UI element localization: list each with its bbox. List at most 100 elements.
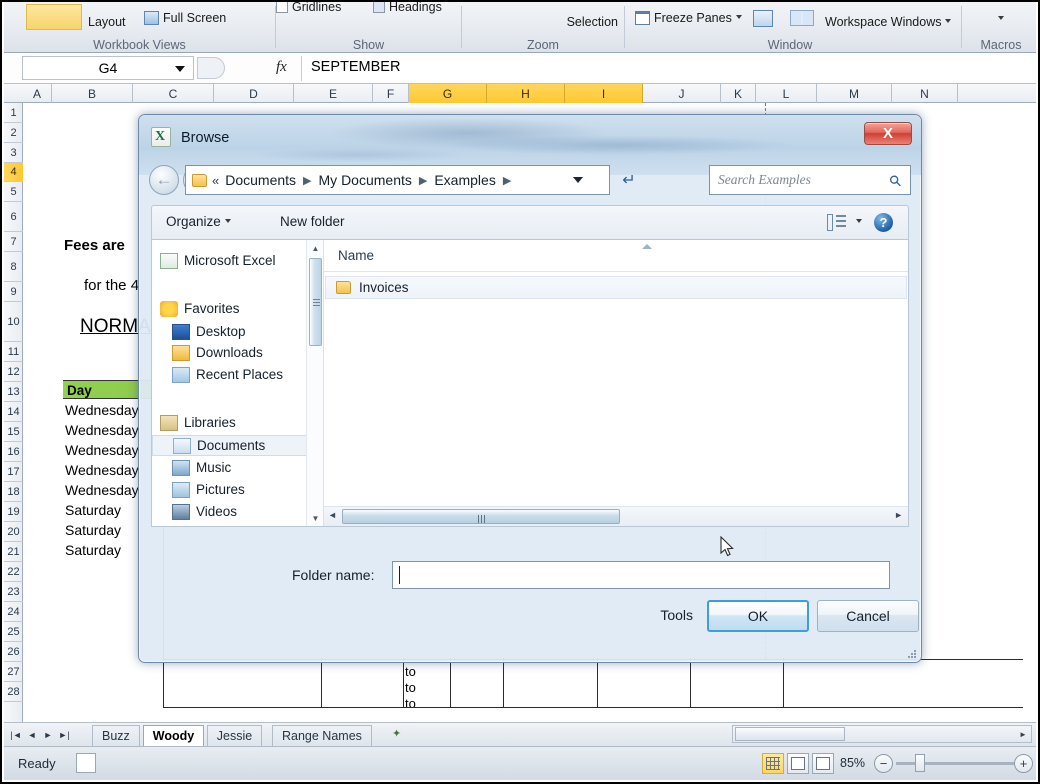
row-header-7[interactable]: 7 <box>4 232 23 252</box>
macro-record-icon[interactable] <box>76 753 96 773</box>
row-header-21[interactable]: 21 <box>4 542 23 562</box>
folder-name-input[interactable] <box>392 561 890 589</box>
search-box[interactable]: Search Examples ⚲ <box>709 165 911 195</box>
row-header-11[interactable]: 11 <box>4 342 23 362</box>
new-folder-button[interactable]: New folder <box>280 214 345 229</box>
page-layout-view-button[interactable] <box>787 753 809 774</box>
zoom-to-selection-button[interactable]: Selection <box>567 15 618 29</box>
column-header-n[interactable]: N <box>892 84 958 103</box>
first-sheet-button[interactable]: |◄ <box>8 726 24 743</box>
freeze-panes-button[interactable]: Freeze Panes <box>635 11 742 25</box>
nav-scroll-down-arrow[interactable]: ▼ <box>307 510 323 526</box>
tools-button[interactable]: Tools <box>660 607 693 623</box>
chevron-down-icon[interactable] <box>175 66 185 72</box>
cell-to-1[interactable]: to <box>405 680 416 695</box>
row-header-1[interactable]: 1 <box>4 103 23 123</box>
search-input[interactable]: Search Examples <box>718 172 811 188</box>
resize-grip-icon[interactable] <box>906 648 916 658</box>
insert-worksheet-button[interactable]: ✦ <box>392 727 410 745</box>
column-header-i[interactable]: I <box>565 84 643 103</box>
row-header-3[interactable]: 3 <box>4 143 23 163</box>
name-box[interactable]: G4 <box>22 56 194 80</box>
formula-bar-expand-button[interactable] <box>197 57 225 79</box>
next-sheet-button[interactable]: ► <box>40 726 56 743</box>
row-header-19[interactable]: 19 <box>4 502 23 522</box>
cancel-button[interactable]: Cancel <box>817 600 919 632</box>
file-list-row-invoices[interactable]: Invoices <box>325 276 907 299</box>
workspace-windows-button[interactable]: Workspace Windows <box>825 15 952 29</box>
column-header-k[interactable]: K <box>721 84 756 103</box>
cell-day-1[interactable]: Wednesday <box>65 422 139 438</box>
row-header-6[interactable]: 6 <box>4 202 23 232</box>
column-header-m[interactable]: M <box>817 84 892 103</box>
row-header-4[interactable]: 4 <box>4 163 23 182</box>
row-header-23[interactable]: 23 <box>4 582 23 602</box>
hscroll-right-arrow[interactable]: ► <box>894 510 903 520</box>
ok-button[interactable]: OK <box>707 600 809 632</box>
macros-button[interactable] <box>994 12 1004 26</box>
insert-function-icon[interactable]: fx <box>276 59 287 76</box>
nav-item-desktop[interactable]: Desktop <box>152 321 323 342</box>
layout-label[interactable]: Layout <box>88 15 126 29</box>
nav-item-pictures[interactable]: Pictures <box>152 479 323 500</box>
breadcrumb-separator-icon[interactable]: ▶ <box>414 174 432 187</box>
nav-pane-scrollbar[interactable]: ▲ ▼ <box>306 240 323 526</box>
column-header-g[interactable]: G <box>409 84 487 103</box>
zoom-slider-handle[interactable] <box>915 754 925 772</box>
view-dropdown-icon[interactable] <box>856 219 862 223</box>
refresh-icon[interactable]: ↵ <box>616 166 642 194</box>
nav-item-libraries[interactable]: Libraries <box>152 412 323 433</box>
sheet-nav-buttons[interactable]: |◄ ◄ ► ►| <box>8 726 72 743</box>
row-header-12[interactable]: 12 <box>4 362 23 382</box>
nav-item-documents[interactable]: Documents <box>152 435 323 456</box>
scroll-right-arrow[interactable]: ► <box>1016 727 1030 741</box>
sheet-tab-woody[interactable]: Woody <box>142 725 205 747</box>
nav-item-microsoft-excel[interactable]: Microsoft Excel <box>152 250 323 271</box>
column-header-name[interactable]: Name <box>338 248 374 263</box>
row-header-22[interactable]: 22 <box>4 562 23 582</box>
hscrollbar-thumb[interactable] <box>342 509 620 524</box>
row-header-5[interactable]: 5 <box>4 182 23 202</box>
nav-item-recent-places[interactable]: Recent Places <box>152 364 323 385</box>
nav-scrollbar-thumb[interactable] <box>309 258 322 346</box>
column-header-f[interactable]: F <box>373 84 409 103</box>
cell-day-2[interactable]: Wednesday <box>65 442 139 458</box>
zoom-out-button[interactable]: − <box>874 754 893 773</box>
gridlines-checkbox[interactable]: Gridlines <box>276 2 341 14</box>
address-dropdown-icon[interactable] <box>573 177 583 183</box>
change-view-icon[interactable] <box>827 214 846 231</box>
horizontal-scrollbar[interactable]: ► <box>732 725 1032 743</box>
row-header-24[interactable]: 24 <box>4 602 23 622</box>
close-button[interactable]: X <box>864 122 912 145</box>
page-layout-button[interactable] <box>26 4 82 30</box>
row-header-14[interactable]: 14 <box>4 402 23 422</box>
scrollbar-thumb[interactable] <box>735 727 845 741</box>
cell-to-0[interactable]: to <box>405 664 416 679</box>
row-header-25[interactable]: 25 <box>4 622 23 642</box>
cell-day-4[interactable]: Wednesday <box>65 482 139 498</box>
back-button[interactable]: ← <box>149 165 179 195</box>
column-header-a[interactable]: A <box>23 84 52 103</box>
last-sheet-button[interactable]: ►| <box>56 726 72 743</box>
hscroll-left-arrow[interactable]: ◄ <box>328 510 337 520</box>
file-list-horizontal-scrollbar[interactable]: ◄ ► <box>324 506 908 526</box>
breadcrumb-item-examples[interactable]: Examples <box>432 172 497 188</box>
cell-to-2[interactable]: to <box>405 696 416 711</box>
row-header-9[interactable]: 9 <box>4 282 23 302</box>
column-header-e[interactable]: E <box>294 84 373 103</box>
file-list-column-header[interactable]: Name <box>324 240 908 272</box>
cell-day-7[interactable]: Saturday <box>65 542 121 558</box>
zoom-level-text[interactable]: 85% <box>840 756 865 770</box>
zoom-slider-track[interactable] <box>896 762 1014 765</box>
column-header-h[interactable]: H <box>487 84 565 103</box>
zoom-in-button[interactable]: + <box>1014 754 1033 773</box>
full-screen-button[interactable]: Full Screen <box>144 11 226 25</box>
row-header-18[interactable]: 18 <box>4 482 23 502</box>
row-header-10[interactable]: 10 <box>4 302 23 342</box>
row-header-27[interactable]: 27 <box>4 662 23 682</box>
row-header-26[interactable]: 26 <box>4 642 23 662</box>
breadcrumb-separator-icon[interactable]: ▶ <box>498 174 516 187</box>
nav-item-downloads[interactable]: Downloads <box>152 342 323 363</box>
sheet-tab-buzz[interactable]: Buzz <box>92 725 140 747</box>
nav-scroll-up-arrow[interactable]: ▲ <box>307 240 323 256</box>
